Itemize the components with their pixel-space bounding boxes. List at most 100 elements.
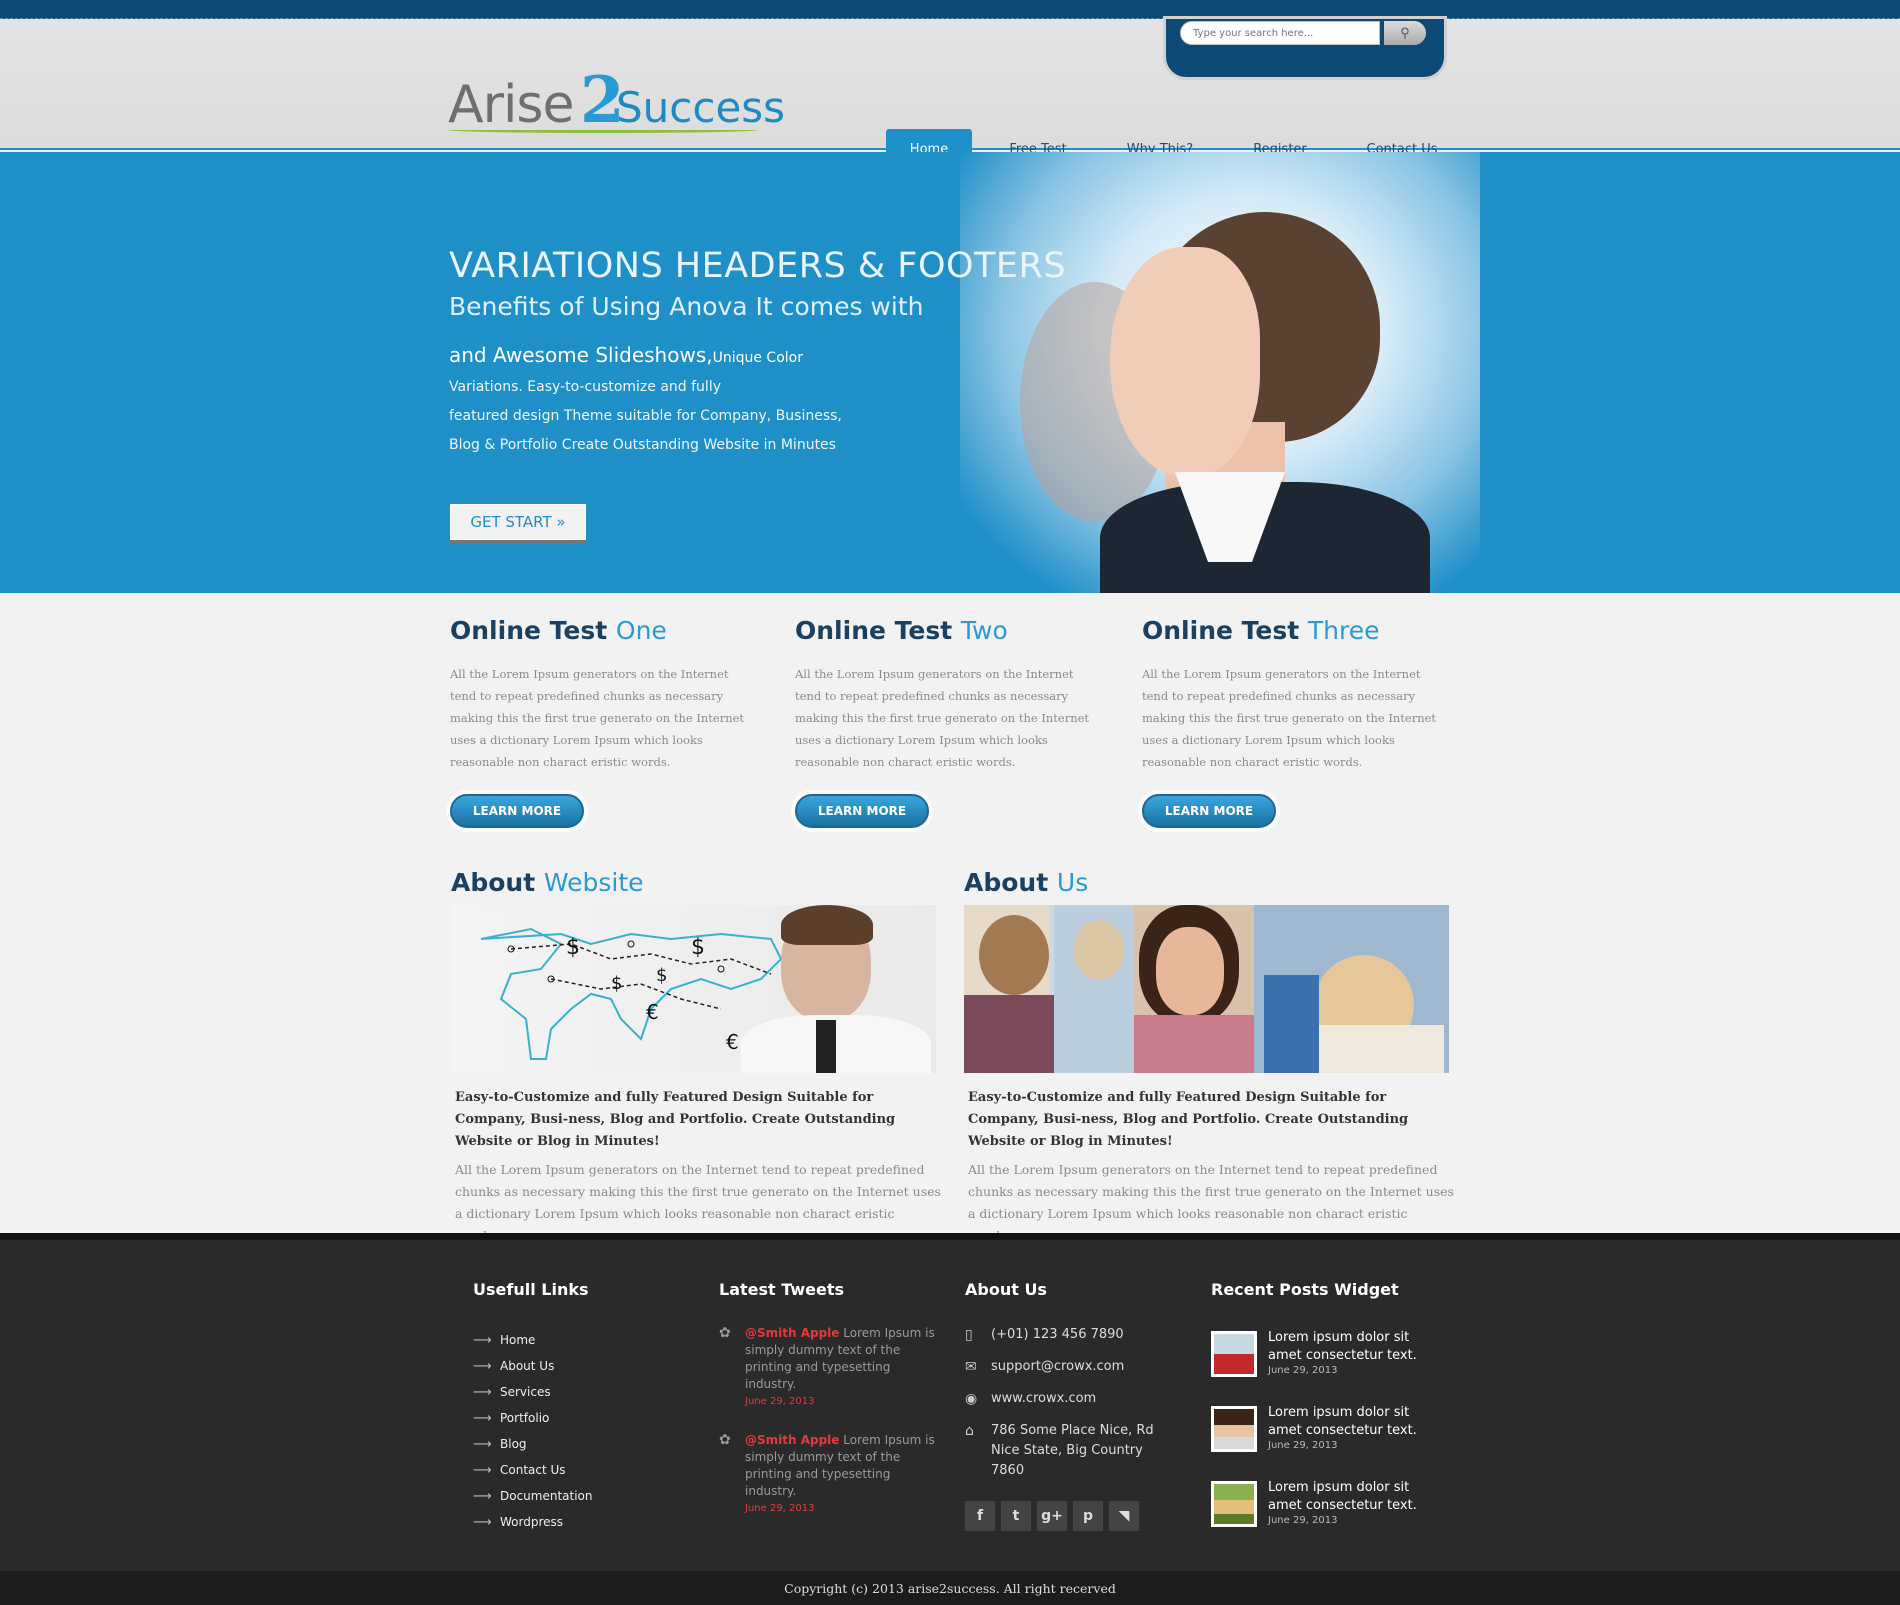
top-bar [0,0,1900,19]
logo[interactable]: Arise 2 Success [448,63,785,139]
globe-icon: ◉ [965,1391,978,1407]
svg-text:$: $ [611,973,622,994]
about-caption: Easy-to-Customize and fully Featured Des… [968,1090,1409,1149]
search-input[interactable] [1180,21,1380,45]
logo-swoosh [448,127,758,133]
envelope-icon: ✉ [965,1359,977,1375]
rss-icon[interactable]: ◥ [1109,1501,1139,1531]
arrow-right-icon: ⟶ [473,1410,492,1426]
footer-link-wordpress[interactable]: ⟶ Wordpress [473,1509,593,1535]
about-website-image: $ $ $ $ € € [451,905,936,1073]
footer-link-about-us[interactable]: ⟶ About Us [473,1353,593,1379]
footer-about-title: About Us [965,1280,1047,1299]
logo-text-arise: Arise [448,75,574,135]
header: ⚲ Arise 2 Success Home Free Test Why Thi… [0,19,1900,169]
online-test-card: Online Test One All the Lorem Ipsum gene… [450,616,760,828]
tweet-user[interactable]: @Smith Apple [745,1433,839,1447]
arrow-right-icon: ⟶ [473,1488,492,1504]
post-thumbnail [1211,1406,1257,1452]
phone-icon: ▯ [965,1327,973,1343]
online-test-card: Online Test Three All the Lorem Ipsum ge… [1142,616,1452,828]
about-website-section: About Website $ $ $ $ € € Easy-to-Custom… [451,868,941,1247]
footer-link-portfolio[interactable]: ⟶ Portfolio [473,1405,593,1431]
learn-more-button[interactable]: LEARN MORE [795,794,929,828]
recent-post-item[interactable]: Lorem ipsum dolor sit amet consectetur t… [1211,1404,1418,1479]
contact-website[interactable]: ◉ www.crowx.com [965,1389,1180,1421]
arrow-right-icon: ⟶ [473,1332,492,1348]
tweet-user[interactable]: @Smith Apple [745,1326,839,1340]
get-start-button[interactable]: GET START » [450,504,586,540]
online-test-title: Online Test Three [1142,616,1380,645]
arrow-right-icon: ⟶ [473,1358,492,1374]
tweet-date: June 29, 2013 [745,1503,815,1514]
tweet-item: ✿ @Smith Apple Lorem Ipsum is simply dum… [719,1432,939,1517]
contact-address: ⌂ 786 Some Place Nice, Rd Nice State, Big… [965,1423,1154,1478]
hero-slider: VARIATIONS HEADERS & FOOTERS Benefits of… [0,152,1900,593]
learn-more-button[interactable]: LEARN MORE [450,794,584,828]
hero-line: Variations. Easy-to-customize and fully [449,379,721,395]
tweet-item: ✿ @Smith Apple Lorem Ipsum is simply dum… [719,1325,939,1410]
contact-phone: ▯ (+01) 123 456 7890 [965,1327,1124,1343]
home-icon: ⌂ [965,1423,974,1439]
search-button[interactable]: ⚲ [1384,21,1426,45]
hero-lead-big: and Awesome Slideshows, [449,343,713,367]
footer-link-services[interactable]: ⟶ Services [473,1379,593,1405]
logo-text-success: Success [616,83,786,132]
footer-link-blog[interactable]: ⟶ Blog [473,1431,593,1457]
about-title: About Website [451,868,644,897]
footer-link-documentation[interactable]: ⟶ Documentation [473,1483,593,1509]
svg-text:€: € [646,1000,659,1024]
post-thumbnail [1211,1331,1257,1377]
post-thumbnail [1211,1481,1257,1527]
about-title: About Us [964,868,1089,897]
contact-info: ▯ (+01) 123 456 7890 ✉ support@crowx.com ◉… [965,1325,1180,1481]
hero-lead: and Awesome Slideshows,Unique Color [449,343,803,367]
hero-line: Blog & Portfolio Create Outstanding Webs… [449,437,836,453]
search-bar: ⚲ [1166,19,1444,77]
online-test-card: Online Test Two All the Lorem Ipsum gene… [795,616,1105,828]
pinterest-icon[interactable]: p [1073,1501,1103,1531]
about-us-section: About Us Easy-to-Customize and fully Fea… [964,868,1454,1247]
contact-email[interactable]: ✉ support@crowx.com [965,1357,1180,1389]
svg-text:$: $ [566,935,580,960]
hero-lead-small: Unique Color [712,350,803,366]
hero-line: featured design Theme suitable for Compa… [449,408,842,424]
footer-recent-posts: Recent Posts Widget Lorem ipsum dolor si… [1211,1280,1418,1554]
footer-link-contact-us[interactable]: ⟶ Contact Us [473,1457,593,1483]
footer-posts-title: Recent Posts Widget [1211,1280,1399,1299]
facebook-icon[interactable]: f [965,1501,995,1531]
footer-tweets: Latest Tweets ✿ @Smith Apple Lorem Ipsum… [719,1280,939,1517]
footer: Usefull Links ⟶ Home ⟶ About Us ⟶ Services … [0,1233,1900,1571]
recent-post-item[interactable]: Lorem ipsum dolor sit amet consectetur t… [1211,1329,1418,1404]
twitter-icon[interactable]: t [1001,1501,1031,1531]
online-test-body: All the Lorem Ipsum generators on the In… [450,667,745,769]
about-caption: Easy-to-Customize and fully Featured Des… [455,1090,896,1149]
tweet-date: June 29, 2013 [745,1396,815,1407]
magnifier-icon: ⚲ [1400,25,1410,40]
online-test-body: All the Lorem Ipsum generators on the In… [1142,667,1437,769]
arrow-right-icon: ⟶ [473,1462,492,1478]
post-title: Lorem ipsum dolor sit amet consectetur t… [1268,1405,1417,1438]
arrow-right-icon: ⟶ [473,1436,492,1452]
recent-post-item[interactable]: Lorem ipsum dolor sit amet consectetur t… [1211,1479,1418,1554]
arrow-right-icon: ⟶ [473,1514,492,1530]
twitter-bird-icon: ✿ [719,1325,731,1341]
footer-link-home[interactable]: ⟶ Home [473,1327,593,1353]
online-test-title: Online Test One [450,616,667,645]
hero-title: VARIATIONS HEADERS & FOOTERS [449,246,1067,286]
post-date: June 29, 2013 [1268,1365,1338,1376]
footer-tweets-title: Latest Tweets [719,1280,845,1299]
arrow-right-icon: ⟶ [473,1384,492,1400]
svg-text:€: € [726,1030,739,1054]
google-plus-icon[interactable]: g+ [1037,1501,1067,1531]
recent-posts-list: Lorem ipsum dolor sit amet consectetur t… [1211,1329,1418,1554]
post-date: June 29, 2013 [1268,1515,1338,1526]
svg-text:$: $ [656,965,667,986]
post-title: Lorem ipsum dolor sit amet consectetur t… [1268,1480,1417,1513]
footer-links: Usefull Links ⟶ Home ⟶ About Us ⟶ Services … [473,1280,593,1535]
footer-links-title: Usefull Links [473,1280,589,1299]
learn-more-button[interactable]: LEARN MORE [1142,794,1276,828]
post-date: June 29, 2013 [1268,1440,1338,1451]
hero-image [960,152,1480,593]
twitter-bird-icon: ✿ [719,1432,731,1448]
